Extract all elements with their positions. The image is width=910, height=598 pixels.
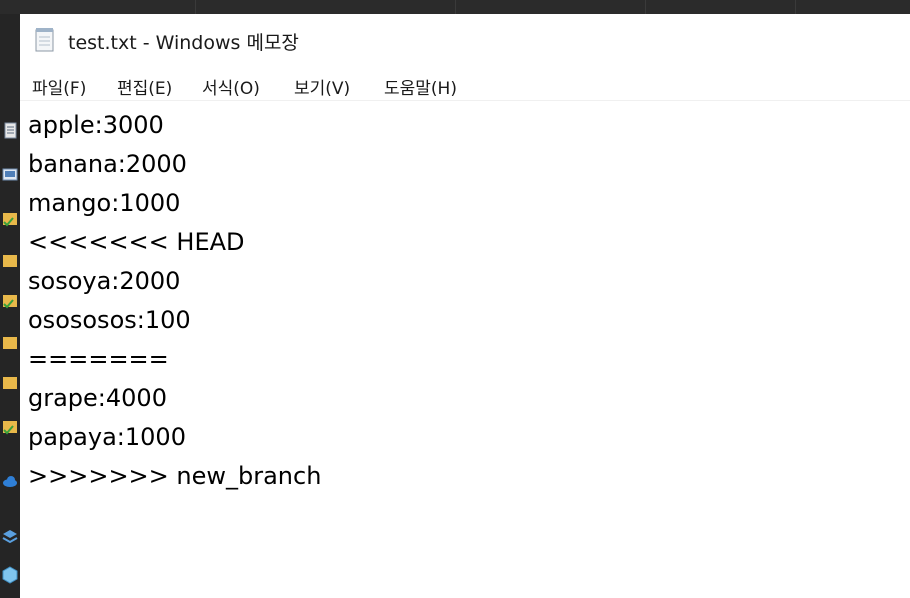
cloud-icon[interactable] xyxy=(2,472,18,490)
folder-icon[interactable] xyxy=(2,374,18,392)
text-line: papaya:1000 xyxy=(28,423,186,451)
text-line: osososos:100 xyxy=(28,306,191,334)
strip-segment xyxy=(195,0,456,14)
text-line: ======= xyxy=(28,345,169,373)
menu-edit[interactable]: 편집(E) xyxy=(115,73,174,100)
cube-icon[interactable] xyxy=(2,566,18,584)
menu-help[interactable]: 도움말(H) xyxy=(382,73,459,100)
strip-segment xyxy=(455,0,646,14)
folder-icon[interactable] xyxy=(2,334,18,352)
window-title: test.txt - Windows 메모장 xyxy=(68,32,299,54)
strip-segment xyxy=(0,0,196,14)
image-icon[interactable] xyxy=(2,166,18,184)
folder-icon[interactable] xyxy=(2,252,18,270)
folder-check-icon[interactable] xyxy=(2,292,18,310)
stack-icon[interactable] xyxy=(2,528,18,546)
title-bar[interactable]: test.txt - Windows 메모장 xyxy=(20,14,910,66)
background-window-strip xyxy=(0,0,910,14)
text-line: <<<<<<< HEAD xyxy=(28,228,245,256)
menu-bar: 파일(F) 편집(E) 서식(O) 보기(V) 도움말(H) xyxy=(20,68,910,101)
menu-format[interactable]: 서식(O) xyxy=(200,73,262,100)
text-line: >>>>>>> new_branch xyxy=(28,462,322,490)
text-line: sosoya:2000 xyxy=(28,267,181,295)
notepad-window[interactable]: test.txt - Windows 메모장 파일(F) 편집(E) 서식(O)… xyxy=(20,14,910,598)
desktop-background: test.txt - Windows 메모장 파일(F) 편집(E) 서식(O)… xyxy=(0,0,910,598)
document-icon[interactable] xyxy=(2,122,18,140)
menu-view[interactable]: 보기(V) xyxy=(292,73,352,100)
strip-segment xyxy=(645,0,796,14)
desktop-icon-rail xyxy=(0,14,20,598)
text-editor[interactable]: apple:3000 banana:2000 mango:1000 <<<<<<… xyxy=(20,102,910,598)
text-line: grape:4000 xyxy=(28,384,167,412)
menu-file[interactable]: 파일(F) xyxy=(30,73,88,100)
text-line: banana:2000 xyxy=(28,150,187,178)
folder-check-icon[interactable] xyxy=(2,210,18,228)
notepad-icon xyxy=(35,28,54,52)
folder-check-icon[interactable] xyxy=(2,418,18,436)
text-line: mango:1000 xyxy=(28,189,181,217)
text-line: apple:3000 xyxy=(28,111,164,139)
